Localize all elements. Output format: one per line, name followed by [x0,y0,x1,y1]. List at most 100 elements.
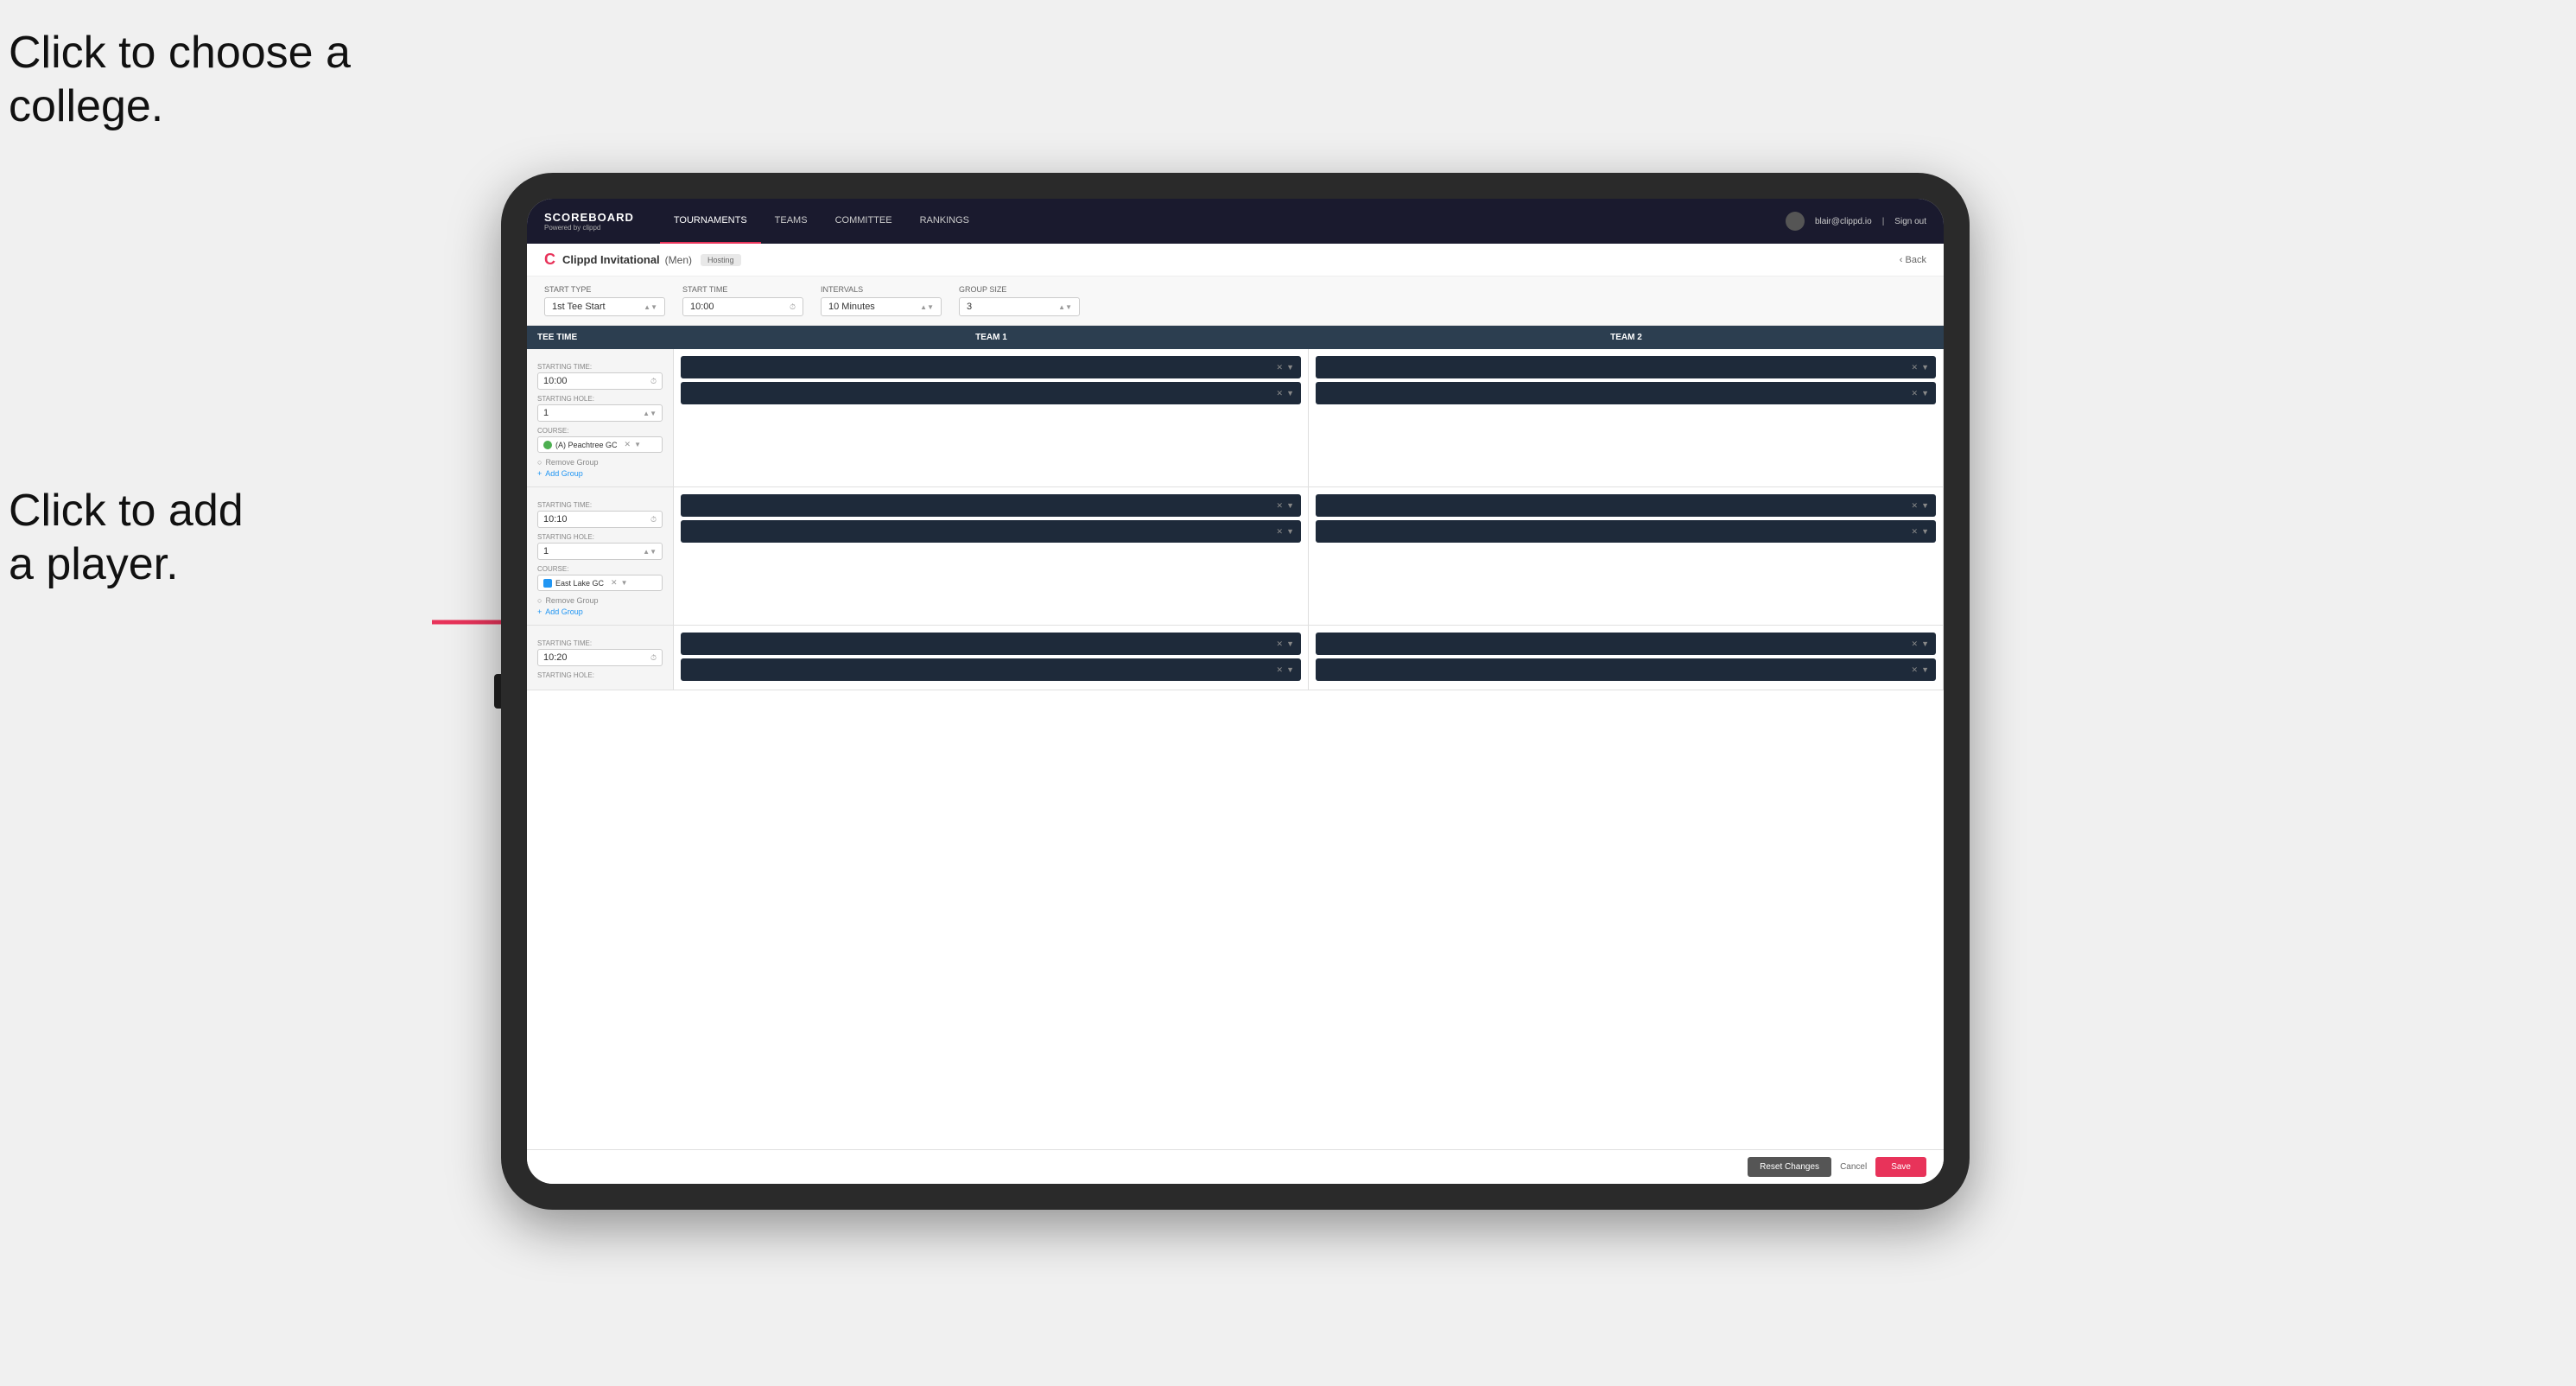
player-edit-1[interactable]: ▼ [1286,363,1294,372]
tee-left-3: STARTING TIME: 10:20 ⏱ STARTING HOLE: [527,626,674,690]
player-x-9[interactable]: ✕ [1277,639,1284,649]
nav-teams[interactable]: TEAMS [761,199,822,244]
player-x-6[interactable]: ✕ [1277,527,1284,537]
tee-left-1: STARTING TIME: 10:00 ⏱ STARTING HOLE: 1 … [527,349,674,486]
nav-rankings[interactable]: RANKINGS [906,199,983,244]
back-chevron: ‹ [1900,255,1906,265]
remove-group-1[interactable]: ○ Remove Group [537,458,663,467]
player-edit-10[interactable]: ▼ [1286,665,1294,675]
group-size-label: Group Size [959,285,1080,294]
player-edit-6[interactable]: ▼ [1286,527,1294,537]
nav-tournaments[interactable]: TOURNAMENTS [660,199,761,244]
player-edit-3[interactable]: ▼ [1921,363,1929,372]
player-edit-8[interactable]: ▼ [1921,527,1929,537]
player-x-4[interactable]: ✕ [1912,389,1919,398]
tournament-title: Clippd Invitational [562,253,660,266]
starting-hole-label-3: STARTING HOLE: [537,671,663,679]
player-edit-7[interactable]: ▼ [1921,501,1929,511]
starting-time-value-1[interactable]: 10:00 ⏱ [537,372,663,390]
player-edit-12[interactable]: ▼ [1921,665,1929,675]
player-edit-4[interactable]: ▼ [1921,389,1929,398]
player-x-10[interactable]: ✕ [1277,665,1284,675]
table-header: Tee Time Team 1 Team 2 [527,326,1944,349]
sub-header: C Clippd Invitational (Men) Hosting ‹ Ba… [527,244,1944,277]
tablet-screen: SCOREBOARD Powered by clippd TOURNAMENTS… [527,199,1944,1184]
player-x-5[interactable]: ✕ [1277,501,1284,511]
course-tag-1[interactable]: (A) Peachtree GC ✕ ▼ [537,436,663,453]
intervals-label: Intervals [821,285,942,294]
add-icon-1: + [537,469,542,478]
player-row-3-t2-1[interactable]: ✕ ▼ [1316,633,1936,655]
course-tag-2[interactable]: East Lake GC ✕ ▼ [537,575,663,591]
player-actions-1-t1-1: ✕ ▼ [1277,363,1294,372]
starting-time-label-3: STARTING TIME: [537,639,663,647]
starting-time-value-2[interactable]: 10:10 ⏱ [537,511,663,528]
group-size-select[interactable]: 3 ▲▼ [959,297,1080,316]
th-team1: Team 1 [674,326,1309,349]
player-row-1-t2-1[interactable]: ✕ ▼ [1316,356,1936,378]
player-row-1-t2-2[interactable]: ✕ ▼ [1316,382,1936,404]
tee-row-3: STARTING TIME: 10:20 ⏱ STARTING HOLE: ✕ … [527,626,1944,690]
starting-hole-value-1[interactable]: 1 ▲▼ [537,404,663,422]
player-row-1-t1-1[interactable]: ✕ ▼ [681,356,1301,378]
annotation-add-player: Click to add a player. [9,484,244,592]
course-arrow-1: ▼ [634,441,641,448]
course-remove-1[interactable]: ✕ [625,440,631,449]
start-time-input[interactable]: 10:00 ⏱ [682,297,803,316]
player-row-2-t1-2[interactable]: ✕ ▼ [681,520,1301,543]
team2-col-2: ✕ ▼ ✕ ▼ [1309,487,1944,625]
player-row-2-t2-1[interactable]: ✕ ▼ [1316,494,1936,517]
time-icon-2: ⏱ [650,515,657,525]
group-size-arrow: ▲▼ [1058,303,1072,311]
intervals-select[interactable]: 10 Minutes ▲▼ [821,297,942,316]
player-row-2-t2-2[interactable]: ✕ ▼ [1316,520,1936,543]
start-type-select[interactable]: 1st Tee Start ▲▼ [544,297,665,316]
hole-arrow-1: ▲▼ [643,410,657,417]
add-icon-2: + [537,607,542,616]
player-row-3-t1-2[interactable]: ✕ ▼ [681,658,1301,681]
team2-col-1: ✕ ▼ ✕ ▼ [1309,349,1944,486]
th-tee-time: Tee Time [527,326,674,349]
player-x-3[interactable]: ✕ [1912,363,1919,372]
player-x-7[interactable]: ✕ [1912,501,1919,511]
sign-out-link[interactable]: Sign out [1894,217,1926,226]
player-edit-11[interactable]: ▼ [1921,639,1929,649]
hosting-badge: Hosting [701,254,741,266]
reset-changes-button[interactable]: Reset Changes [1748,1157,1831,1177]
main-content[interactable]: STARTING TIME: 10:00 ⏱ STARTING HOLE: 1 … [527,349,1944,1149]
back-button[interactable]: ‹ Back [1900,255,1926,265]
nav-bar: SCOREBOARD Powered by clippd TOURNAMENTS… [527,199,1944,244]
player-x-8[interactable]: ✕ [1912,527,1919,537]
user-avatar [1786,212,1805,231]
player-edit-5[interactable]: ▼ [1286,501,1294,511]
player-row-3-t2-2[interactable]: ✕ ▼ [1316,658,1936,681]
add-group-2[interactable]: + Add Group [537,607,663,616]
hole-arrow-2: ▲▼ [643,548,657,556]
nav-committee[interactable]: COMMITTEE [822,199,906,244]
player-x-11[interactable]: ✕ [1912,639,1919,649]
player-row-3-t1-1[interactable]: ✕ ▼ [681,633,1301,655]
player-edit-9[interactable]: ▼ [1286,639,1294,649]
tournament-gender: (Men) [665,254,692,266]
player-edit-2[interactable]: ▼ [1286,389,1294,398]
starting-time-value-3[interactable]: 10:20 ⏱ [537,649,663,666]
tee-row-1: STARTING TIME: 10:00 ⏱ STARTING HOLE: 1 … [527,349,1944,487]
tee-row-2: STARTING TIME: 10:10 ⏱ STARTING HOLE: 1 … [527,487,1944,626]
player-x-2[interactable]: ✕ [1277,389,1284,398]
player-x-1[interactable]: ✕ [1277,363,1284,372]
course-icon-1 [543,441,552,449]
course-remove-2[interactable]: ✕ [611,578,618,588]
player-row-1-t1-2[interactable]: ✕ ▼ [681,382,1301,404]
starting-hole-value-2[interactable]: 1 ▲▼ [537,543,663,560]
separator: | [1882,217,1885,226]
start-type-arrow: ▲▼ [644,303,657,311]
clock-icon: ⏱ [790,302,796,312]
player-x-12[interactable]: ✕ [1912,665,1919,675]
tablet-side-notch [494,674,501,709]
remove-group-2[interactable]: ○ Remove Group [537,596,663,605]
cancel-button[interactable]: Cancel [1840,1162,1867,1172]
add-group-1[interactable]: + Add Group [537,469,663,478]
start-type-label: Start Type [544,285,665,294]
save-button[interactable]: Save [1875,1157,1926,1177]
player-row-2-t1-1[interactable]: ✕ ▼ [681,494,1301,517]
